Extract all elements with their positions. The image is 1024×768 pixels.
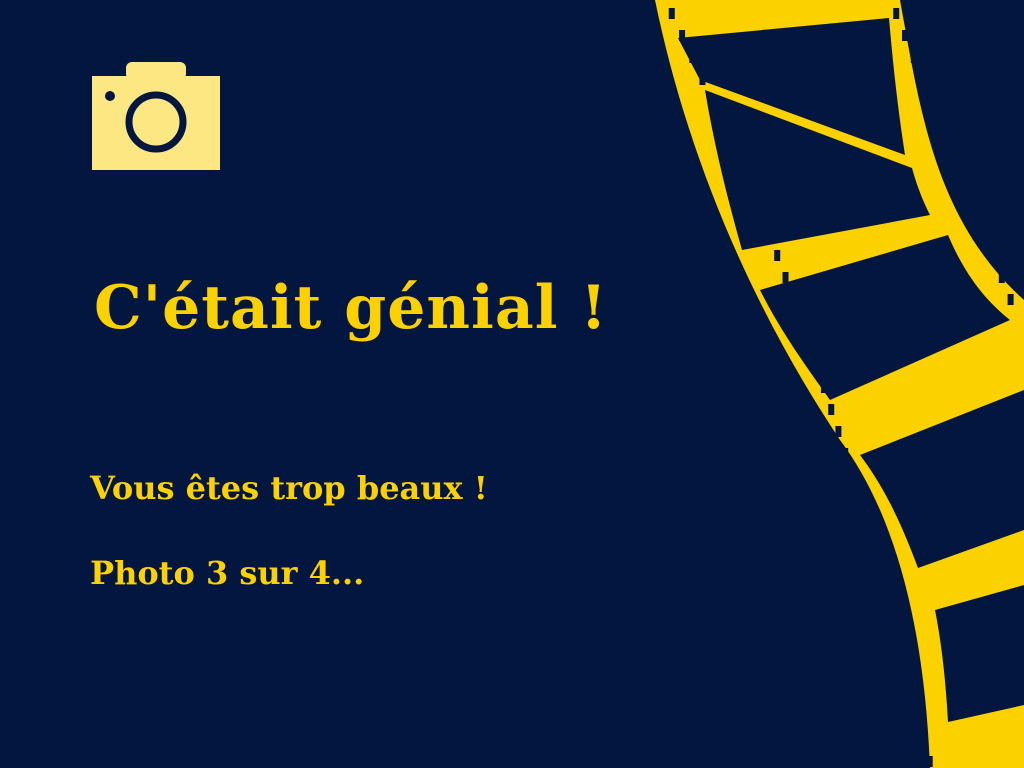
sprocket-hole <box>890 624 897 635</box>
sprocket-hole <box>914 712 921 723</box>
sprocket-hole <box>689 52 696 63</box>
sprocket-hole <box>854 492 861 503</box>
sprocket-hole <box>860 514 867 525</box>
sprocket-hole <box>919 74 926 85</box>
sprocket-hole <box>910 52 917 63</box>
sprocket-hole <box>990 250 996 261</box>
sprocket-hole <box>972 206 979 217</box>
sprocket-hole <box>747 184 754 195</box>
sprocket-hole <box>729 140 736 151</box>
sprocket-hole <box>866 536 873 547</box>
sprocket-hole <box>806 338 813 349</box>
photo-progress-text: Photo 3 sur 4... <box>90 554 365 592</box>
sprocket-hole <box>902 30 908 41</box>
sprocket-hole <box>872 558 879 569</box>
sprocket-hole <box>893 8 900 19</box>
sprocket-hole <box>835 426 842 437</box>
sprocket-hole <box>928 96 935 107</box>
compliment-text: Vous êtes trop beaux ! <box>90 469 488 507</box>
sprocket-hole <box>782 272 789 283</box>
sprocket-hole <box>774 250 781 261</box>
sprocket-hole <box>920 734 927 745</box>
sprocket-hole <box>926 756 933 767</box>
camera-icon <box>92 62 220 170</box>
sprocket-hole <box>765 228 772 239</box>
sprocket-hole <box>699 74 706 85</box>
sprocket-hole <box>878 580 885 591</box>
sprocket-hole <box>842 448 849 459</box>
sprocket-hole <box>790 294 797 305</box>
sprocket-hole <box>981 228 988 239</box>
sprocket-hole <box>813 360 820 371</box>
sprocket-hole <box>738 162 745 173</box>
sprocket-hole <box>908 690 915 701</box>
photo-booth-screen: C'était génial ! Vous êtes trop beaux ! … <box>0 0 1024 768</box>
sprocket-hole <box>998 272 1005 283</box>
sprocket-hole <box>902 668 909 679</box>
sprocket-hole <box>954 162 961 173</box>
sprocket-hole <box>896 646 903 657</box>
sprocket-hole <box>679 30 686 41</box>
sprocket-hole <box>848 470 855 481</box>
sprocket-hole <box>668 8 675 19</box>
sprocket-hole <box>946 140 952 151</box>
sprocket-hole <box>828 404 835 415</box>
sprocket-hole <box>719 118 726 129</box>
sprocket-hole <box>1007 294 1014 305</box>
sprocket-hole <box>963 184 970 195</box>
sprocket-hole <box>756 206 763 217</box>
sprocket-hole <box>884 602 891 613</box>
sprocket-hole <box>937 118 944 129</box>
headline: C'était génial ! <box>94 273 608 343</box>
sprocket-hole <box>820 382 827 393</box>
sprocket-hole <box>798 316 805 327</box>
sprocket-hole <box>709 96 716 107</box>
